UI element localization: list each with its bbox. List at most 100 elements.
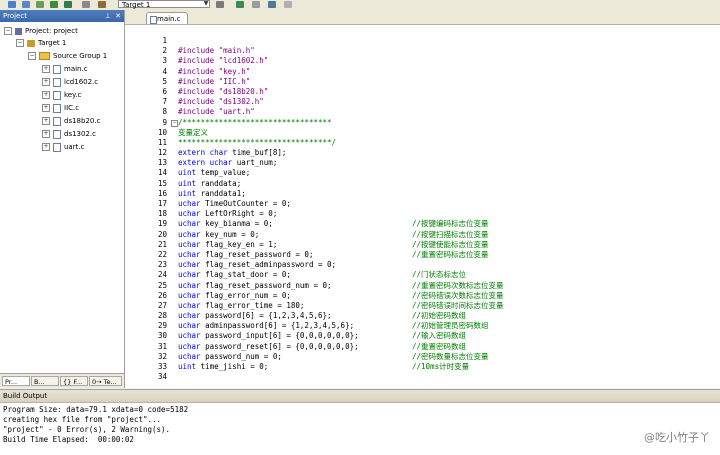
tree-file-label: key.c: [64, 91, 82, 99]
close-icon[interactable]: ✕: [115, 10, 121, 22]
code-text: uchar password_input[6] = {0,0,0,0,0,0};: [178, 331, 359, 341]
chevron-down-icon[interactable]: ▼: [202, 0, 210, 8]
tab-functions[interactable]: {} F...: [60, 376, 88, 386]
line-number: 9: [162, 117, 167, 127]
line-number: 15: [157, 178, 167, 188]
code-text: #include "lcd1602.h": [178, 56, 269, 66]
line-number: 11: [157, 137, 167, 147]
tree-file-main[interactable]: + main.c: [42, 64, 88, 74]
fold-icon[interactable]: −: [171, 119, 178, 127]
expand-icon[interactable]: +: [42, 104, 50, 112]
code-comment: //重置密码数组: [412, 341, 467, 351]
expand-icon[interactable]: +: [42, 143, 50, 151]
tree-group-label: Source Group 1: [53, 52, 108, 60]
tab-main-c[interactable]: main.c: [146, 12, 188, 24]
rebuild-icon[interactable]: [64, 1, 72, 8]
code-text: uchar key_num = 0;: [178, 229, 260, 239]
line-number: 25: [157, 280, 167, 290]
line-number: 31: [157, 341, 167, 351]
code-text: uchar flag_error_num = 0;: [178, 290, 291, 300]
save-all-icon[interactable]: [22, 1, 30, 8]
collapse-icon[interactable]: −: [4, 27, 12, 35]
file-icon: [53, 64, 61, 74]
build-line: Build Time Elapsed: 00:00:02: [3, 435, 134, 444]
line-number: 23: [157, 260, 167, 270]
tree-target-label: Target 1: [38, 39, 67, 47]
code-text: extern uchar uart_num;: [178, 158, 278, 168]
tree-file-ds18b20[interactable]: + ds18b20.c: [42, 116, 100, 126]
line-number: 2: [162, 46, 167, 56]
line-number: 28: [157, 311, 167, 321]
copy-icon[interactable]: [252, 1, 260, 8]
collapse-icon[interactable]: −: [16, 39, 24, 47]
options-icon[interactable]: [284, 1, 292, 8]
translate-icon[interactable]: [36, 1, 44, 8]
code-comment: //按键编码标志位变量: [412, 219, 489, 229]
line-number: 17: [157, 199, 167, 208]
line-number: 4: [162, 66, 167, 76]
code-comment: //门状态标志位: [412, 270, 467, 280]
pack-icon[interactable]: [98, 1, 106, 8]
folder-icon: [39, 52, 50, 60]
tree-source-group[interactable]: − Source Group 1: [28, 51, 107, 61]
line-number: 22: [157, 249, 167, 259]
code-text: /*********************************: [178, 117, 332, 127]
tree-file-key[interactable]: + key.c: [42, 90, 81, 100]
line-number: 7: [162, 97, 167, 107]
diamond-icon[interactable]: [268, 1, 276, 8]
target-options-icon[interactable]: [216, 1, 224, 8]
code-text: uint randdata1;: [178, 188, 246, 198]
line-number: 33: [157, 362, 167, 371]
tab-books[interactable]: B...: [31, 376, 59, 386]
tree-project-root[interactable]: − Project: project: [4, 26, 78, 36]
file-icon: [53, 142, 61, 152]
pin-icon[interactable]: ⊥: [105, 10, 111, 22]
project-icon: [15, 27, 22, 35]
build-line: Program Size: data=79.1 xdata=0 code=518…: [3, 405, 189, 414]
tree-project-label: Project: project: [25, 27, 78, 35]
expand-icon[interactable]: +: [42, 78, 50, 86]
tab-templates[interactable]: 0→ Te...: [89, 376, 122, 386]
target-icon: [27, 39, 35, 47]
expand-icon[interactable]: +: [42, 91, 50, 99]
tree-file-label: main.c: [64, 65, 88, 73]
target-select[interactable]: Target 1: [118, 0, 210, 9]
tree-target[interactable]: − Target 1: [16, 38, 66, 48]
code-text: uint randdata;: [178, 178, 242, 188]
tree-file-ds1302[interactable]: + ds1302.c: [42, 129, 96, 139]
code-text: #include "uart.h": [178, 107, 255, 117]
code-text: #include "main.h": [178, 46, 255, 56]
build-output-panel: Build Output Program Size: data=79.1 xda…: [0, 389, 720, 455]
save-icon[interactable]: [8, 1, 16, 8]
expand-icon[interactable]: +: [42, 65, 50, 73]
tab-project[interactable]: Pr...: [2, 376, 30, 386]
expand-icon[interactable]: +: [42, 117, 50, 125]
tree-file-label: ds18b20.c: [64, 117, 101, 125]
build-icon[interactable]: [50, 1, 58, 8]
tree-file-label: ds1302.c: [64, 130, 96, 138]
tree-file-lcd1602[interactable]: + lcd1602.c: [42, 77, 98, 87]
collapse-icon[interactable]: −: [28, 52, 36, 60]
code-text: uchar password_num = 0;: [178, 351, 282, 361]
line-number: 34: [157, 372, 167, 382]
tree-file-iic[interactable]: + IIC.c: [42, 103, 79, 113]
line-number: 27: [157, 300, 167, 310]
manage-icon[interactable]: [236, 1, 244, 8]
line-number: 10: [157, 127, 167, 137]
line-number: 8: [162, 107, 167, 117]
tree-file-label: lcd1602.c: [64, 78, 99, 86]
expand-icon[interactable]: +: [42, 130, 50, 138]
code-text: uint temp_value;: [178, 168, 251, 178]
load-icon[interactable]: [82, 1, 90, 8]
tree-file-uart[interactable]: + uart.c: [42, 142, 84, 152]
file-icon: [53, 90, 61, 100]
build-output-text[interactable]: Program Size: data=79.1 xdata=0 code=518…: [0, 403, 720, 447]
code-comment: //密码错误次数标志位变量: [412, 290, 504, 300]
line-number: 26: [157, 290, 167, 300]
project-panel-title: Project ⊥ ✕: [0, 10, 124, 22]
line-number: 6: [162, 86, 167, 96]
code-text: uchar flag_reset_adminpassword = 0;: [178, 260, 337, 270]
code-text: uchar flag_error_time = 180;: [178, 300, 305, 310]
editor: main.c 1 2 #include "main.h" 3 #include "lcd…: [125, 10, 720, 388]
code-text: #include "ds18b20.h": [178, 86, 269, 96]
